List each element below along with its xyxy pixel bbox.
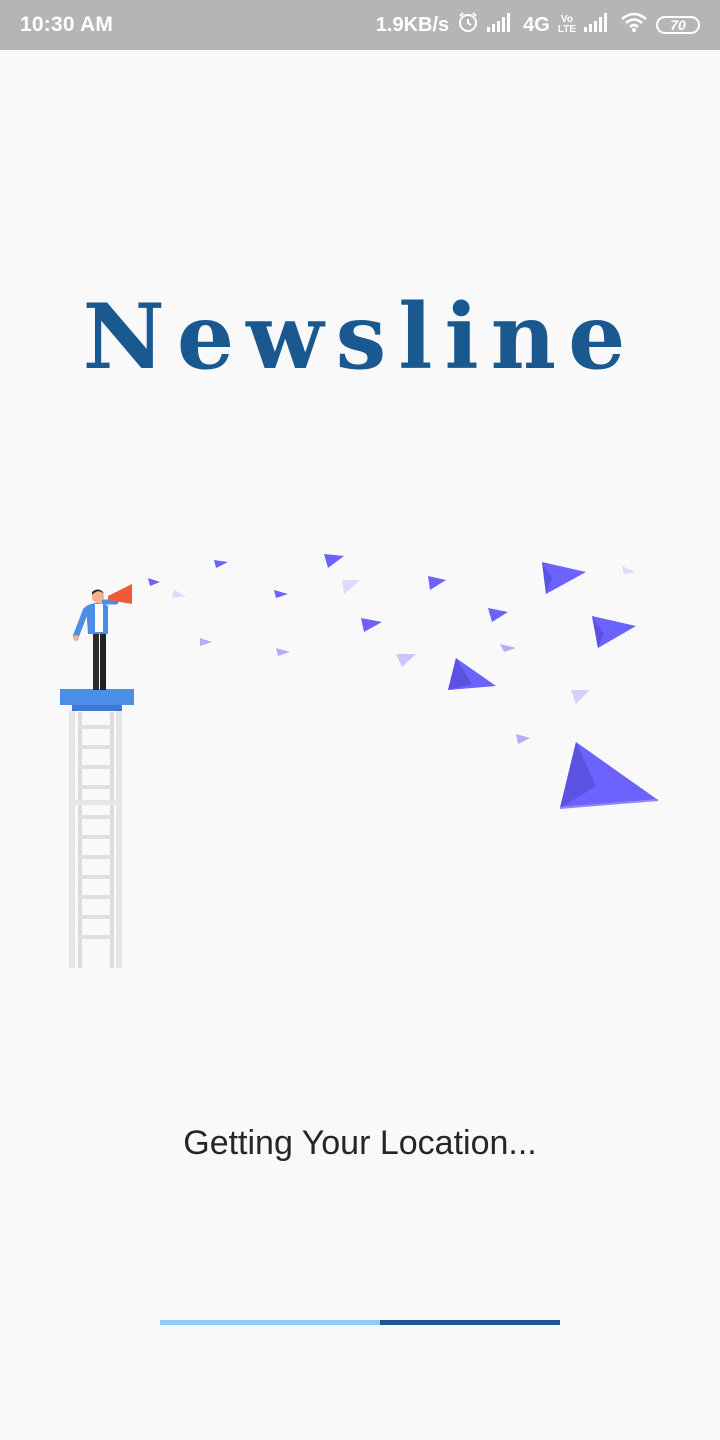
paper-planes — [148, 554, 659, 809]
volte-bottom-label: LTE — [557, 24, 576, 35]
status-bar: 10:30 AM 1.9KB/s 4G Vo LTE 70 — [0, 0, 720, 50]
network-type: 4G — [523, 13, 550, 36]
battery-icon: 70 — [656, 16, 700, 34]
alarm-icon — [457, 11, 479, 39]
ladder-tower — [60, 689, 134, 968]
app-title: Newsline — [82, 284, 638, 390]
person-with-megaphone — [73, 584, 132, 690]
status-time: 10:30 AM — [20, 13, 114, 36]
wifi-icon — [620, 11, 648, 39]
loading-status-text: Getting Your Location... — [183, 1124, 537, 1162]
signal-icon — [584, 12, 612, 38]
splash-screen: 10:30 AM 1.9KB/s 4G Vo LTE 70 Newsline G… — [0, 0, 720, 1440]
megaphone-illustration — [60, 554, 659, 968]
battery-level: 70 — [670, 17, 686, 33]
signal-icon — [487, 12, 515, 38]
network-speed: 1.9KB/s — [375, 13, 450, 36]
status-indicators: 1.9KB/s 4G Vo LTE 70 — [376, 10, 700, 40]
loading-progress-bar — [160, 1320, 560, 1325]
progress-fill — [380, 1320, 560, 1325]
volte-icon: Vo LTE — [558, 15, 576, 35]
